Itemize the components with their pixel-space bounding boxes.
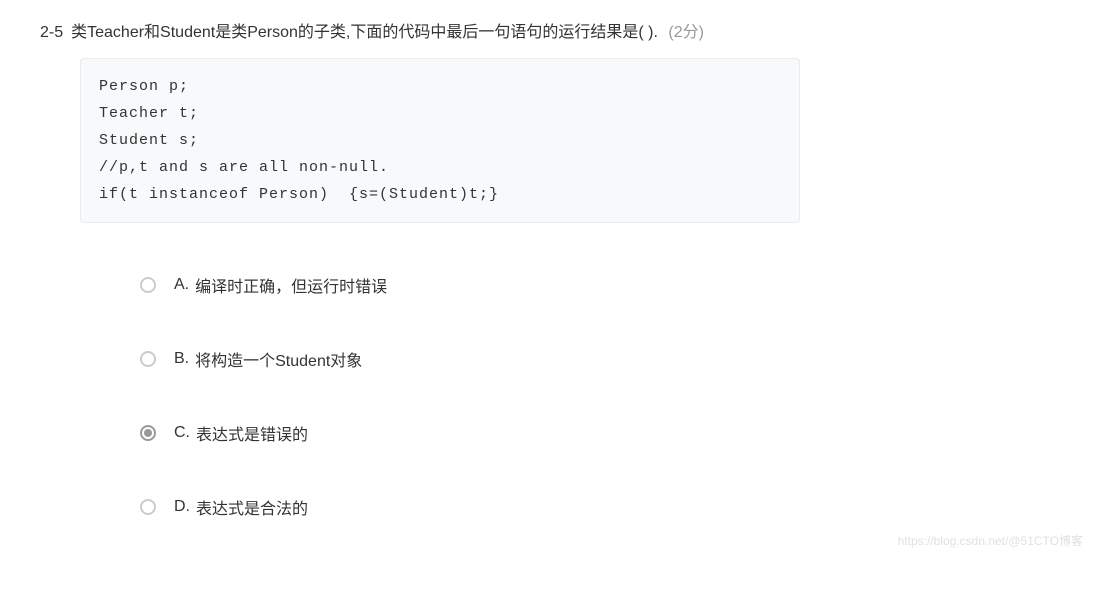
option-c[interactable]: C. 表达式是错误的	[140, 421, 1053, 445]
option-d[interactable]: D. 表达式是合法的	[140, 495, 1053, 519]
option-label: C.	[174, 424, 190, 442]
radio-b[interactable]	[140, 351, 156, 367]
option-label: D.	[174, 498, 190, 516]
question-number: 2-5	[40, 24, 63, 41]
option-b[interactable]: B. 将构造一个Student对象	[140, 347, 1053, 371]
radio-c[interactable]	[140, 425, 156, 441]
options-container: A. 编译时正确，但运行时错误 B. 将构造一个Student对象 C. 表达式…	[140, 273, 1053, 519]
option-text: 将构造一个Student对象	[195, 347, 362, 371]
question-points: (2分)	[668, 24, 704, 41]
question-header: 2-5 类Teacher和Student是类Person的子类,下面的代码中最后一…	[40, 20, 1053, 46]
watermark: https://blog.csdn.net/@51CTO博客	[898, 532, 1083, 549]
option-label: B.	[174, 350, 189, 368]
option-label: A.	[174, 276, 189, 294]
radio-d[interactable]	[140, 499, 156, 515]
option-a[interactable]: A. 编译时正确，但运行时错误	[140, 273, 1053, 297]
question-text: 类Teacher和Student是类Person的子类,下面的代码中最后一句语句…	[71, 24, 658, 41]
code-block: Person p; Teacher t; Student s; //p,t an…	[80, 58, 800, 223]
option-text: 编译时正确，但运行时错误	[195, 273, 387, 297]
option-text: 表达式是错误的	[196, 421, 308, 445]
radio-a[interactable]	[140, 277, 156, 293]
option-text: 表达式是合法的	[196, 495, 308, 519]
